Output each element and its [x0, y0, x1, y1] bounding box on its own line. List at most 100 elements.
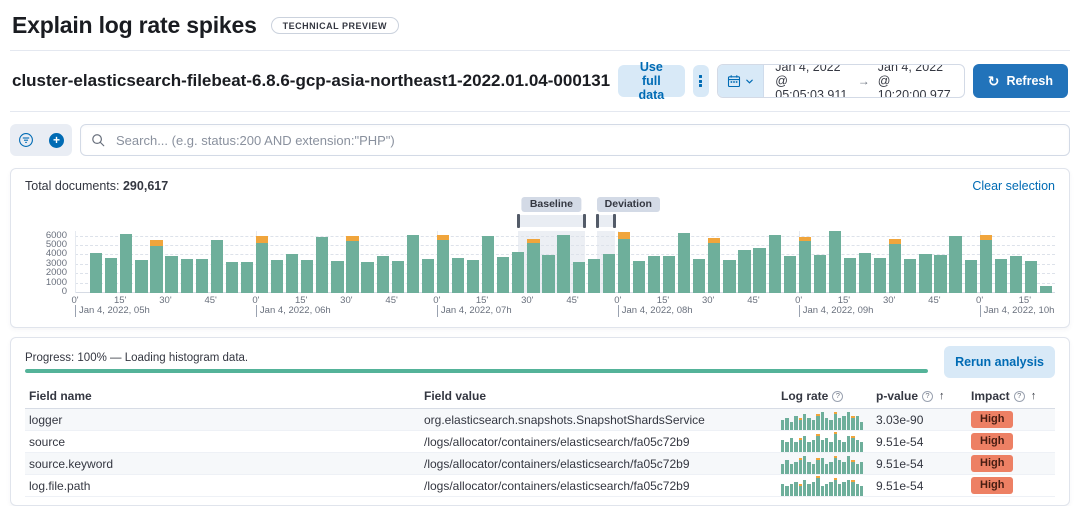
x-axis-tick-label: 45'	[385, 295, 397, 306]
clear-selection-button[interactable]: Clear selection	[972, 179, 1055, 193]
histogram-bar	[422, 259, 434, 293]
impact-cell: High	[971, 477, 1051, 494]
histogram-bar	[452, 258, 464, 293]
x-axis-tick-label: 30'	[702, 295, 714, 306]
histogram-bar	[753, 248, 765, 293]
deviation-right-handle[interactable]	[613, 214, 616, 228]
refresh-label: Refresh	[1006, 74, 1053, 88]
options-menu-button[interactable]	[693, 65, 710, 97]
refresh-button[interactable]: ↻ Refresh	[973, 64, 1068, 98]
page-header: Explain log rate spikes TECHNICAL PREVIE…	[10, 0, 1070, 51]
explain-log-rate-spikes-page: Explain log rate spikes TECHNICAL PREVIE…	[0, 0, 1080, 506]
baseline-brush[interactable]	[518, 215, 584, 227]
boxes-vertical-icon	[699, 75, 702, 87]
table-row: source/logs/allocator/containers/elastic…	[25, 431, 1055, 453]
plus-circle-icon: +	[49, 133, 64, 148]
log-rate-sparkline	[781, 454, 865, 474]
filter-settings-button[interactable]	[10, 124, 41, 156]
log-rate-cell	[781, 476, 876, 496]
column-header-log-rate[interactable]: Log rate?	[781, 389, 876, 403]
column-header-field-value: Field value	[424, 389, 781, 403]
histogram-bar	[784, 256, 796, 293]
field-name-cell: source	[29, 435, 424, 449]
field-name-cell: log.file.path	[29, 479, 424, 493]
field-name-cell: source.keyword	[29, 457, 424, 471]
histogram-bar	[678, 233, 690, 293]
histogram-bar	[874, 258, 886, 293]
date-quick-select-button[interactable]	[718, 65, 764, 97]
baseline-right-handle[interactable]	[583, 214, 586, 228]
field-value-cell: /logs/allocator/containers/elasticsearch…	[424, 435, 781, 449]
document-count-panel: Total documents: 290,617 Clear selection…	[10, 168, 1070, 328]
histogram-bar	[738, 250, 750, 293]
histogram-bar	[542, 255, 554, 294]
log-rate-cell	[781, 432, 876, 452]
x-axis-hour-label: Jan 4, 2022, 08h	[618, 305, 693, 317]
histogram-bar	[211, 240, 223, 293]
histogram-bar	[527, 239, 539, 293]
table-row: source.keyword/logs/allocator/containers…	[25, 453, 1055, 475]
histogram-bar	[1025, 261, 1037, 293]
baseline-left-handle[interactable]	[517, 214, 520, 228]
y-axis-tick-label: 5000	[46, 239, 67, 250]
x-axis-hour-label: Jan 4, 2022, 05h	[75, 305, 150, 317]
arrow-right-icon: →	[858, 74, 870, 88]
p-value-cell: 9.51e-54	[876, 479, 971, 493]
log-rate-sparkline	[781, 476, 865, 496]
refresh-icon: ↻	[988, 74, 1000, 88]
use-full-data-button[interactable]: Use full data	[618, 65, 684, 97]
histogram-bar	[497, 257, 509, 293]
column-header-impact[interactable]: Impact?↑	[971, 389, 1051, 403]
y-axis-tick-label: 4000	[46, 248, 67, 259]
histogram-bar	[105, 258, 117, 293]
rerun-analysis-button[interactable]: Rerun analysis	[944, 346, 1055, 378]
total-documents-label: Total documents:	[25, 179, 120, 193]
info-icon: ?	[832, 391, 843, 402]
log-rate-cell	[781, 454, 876, 474]
histogram-bar	[889, 239, 901, 293]
histogram-xaxis: 0'15'30'45'0'15'30'45'0'15'30'45'0'15'30…	[75, 293, 1055, 319]
impact-cell: High	[971, 455, 1051, 472]
table-row: loggerorg.elasticsearch.snapshots.Snapsh…	[25, 409, 1055, 431]
progress-label: Progress: 100% — Loading histogram data.	[25, 352, 928, 364]
deviation-brush[interactable]	[597, 215, 615, 227]
document-count-header: Total documents: 290,617 Clear selection	[25, 177, 1055, 195]
impact-badge: High	[971, 455, 1013, 472]
info-icon: ?	[1014, 391, 1025, 402]
deviation-left-handle[interactable]	[596, 214, 599, 228]
info-icon: ?	[922, 391, 933, 402]
y-axis-tick-label: 3000	[46, 258, 67, 269]
column-header-p-value[interactable]: p-value?↑	[876, 389, 971, 403]
histogram-bar	[226, 262, 238, 293]
histogram-bar	[663, 256, 675, 293]
impact-cell: High	[971, 433, 1051, 450]
histogram-bar	[241, 262, 253, 293]
histogram-bar	[407, 235, 419, 293]
histogram-bar	[392, 261, 404, 293]
hour-gridline	[75, 231, 76, 293]
histogram-bar	[769, 235, 781, 293]
search-input[interactable]	[114, 132, 1059, 149]
document-count-chart: Baseline Deviation 010002000300040005000…	[25, 197, 1055, 319]
brush-handles-row	[75, 215, 1055, 228]
column-header-field-name: Field name	[29, 389, 424, 403]
histogram-bar	[150, 240, 162, 293]
technical-preview-badge: TECHNICAL PREVIEW	[271, 17, 399, 34]
calendar-icon	[727, 74, 741, 88]
x-axis-tick-label: 30'	[883, 295, 895, 306]
search-field-wrapper	[80, 124, 1070, 156]
field-value-cell: /logs/allocator/containers/elasticsearch…	[424, 457, 781, 471]
histogram-bar	[135, 260, 147, 293]
histogram-bar	[934, 255, 946, 294]
date-start-field[interactable]: Jan 4, 2022 @ 05:05:03.911	[775, 64, 850, 98]
histogram-bar	[377, 256, 389, 293]
add-filter-button[interactable]: +	[41, 124, 72, 156]
y-axis-tick-label: 0	[62, 286, 67, 297]
histogram-bar	[965, 260, 977, 293]
baseline-badge: Baseline	[522, 197, 581, 212]
histogram-bar	[301, 260, 313, 293]
date-end-field[interactable]: Jan 4, 2022 @ 10:20:00.977	[878, 64, 953, 98]
x-axis-tick-label: 45'	[204, 295, 216, 306]
filter-funnel-icon	[18, 132, 34, 148]
rerun-analysis-label: Rerun analysis	[955, 355, 1044, 369]
